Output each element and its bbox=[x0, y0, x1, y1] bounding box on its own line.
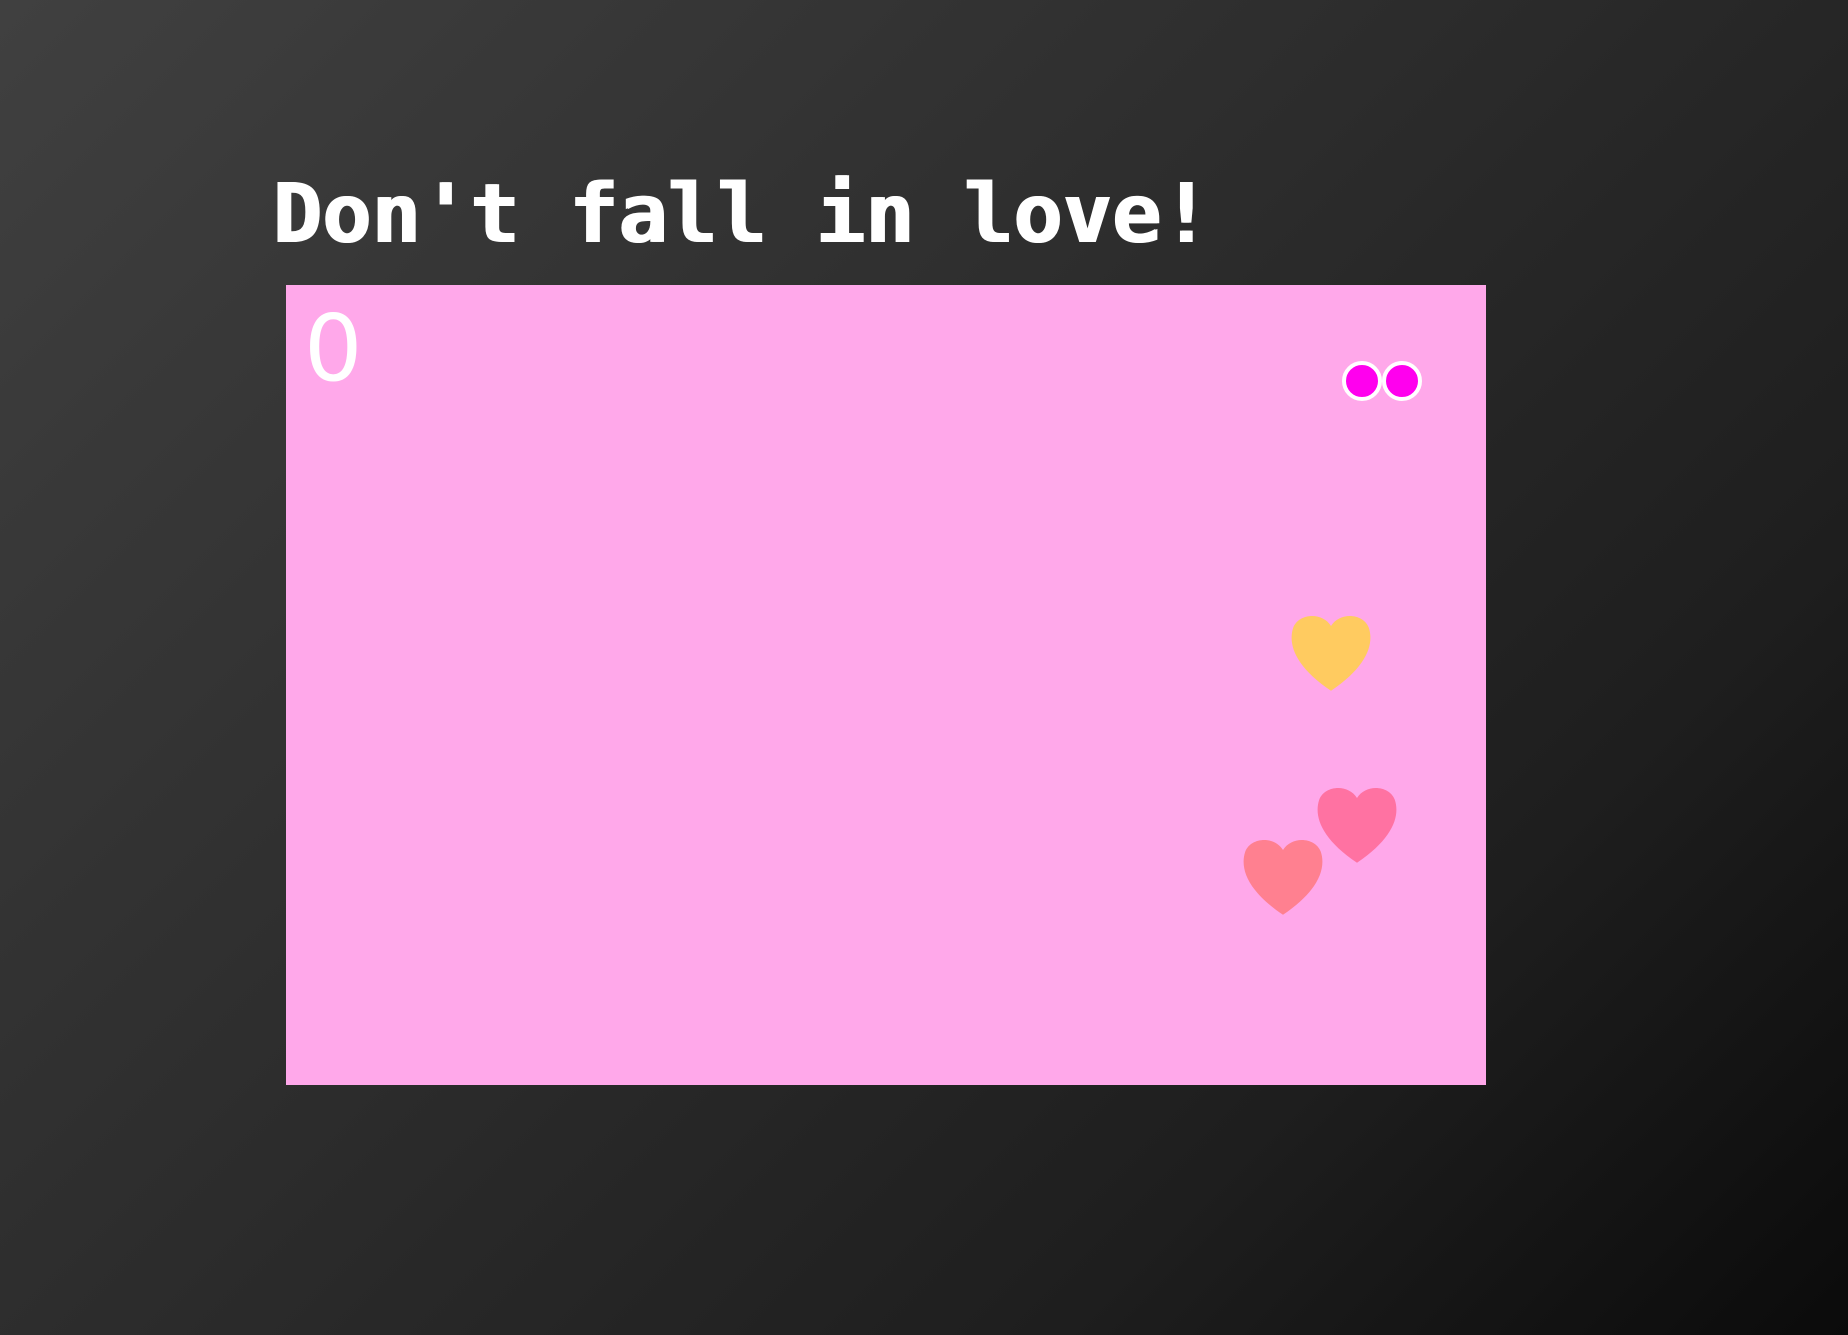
player-eye-right bbox=[1382, 361, 1422, 401]
score-counter: 0 bbox=[304, 295, 363, 402]
player-eye-left bbox=[1342, 361, 1382, 401]
heart-salmon-icon bbox=[1238, 832, 1328, 922]
player-character bbox=[1342, 361, 1430, 411]
game-title: Don't fall in love! bbox=[272, 167, 1210, 262]
game-canvas[interactable]: 0 bbox=[286, 285, 1486, 1085]
heart-yellow-icon bbox=[1286, 608, 1376, 698]
